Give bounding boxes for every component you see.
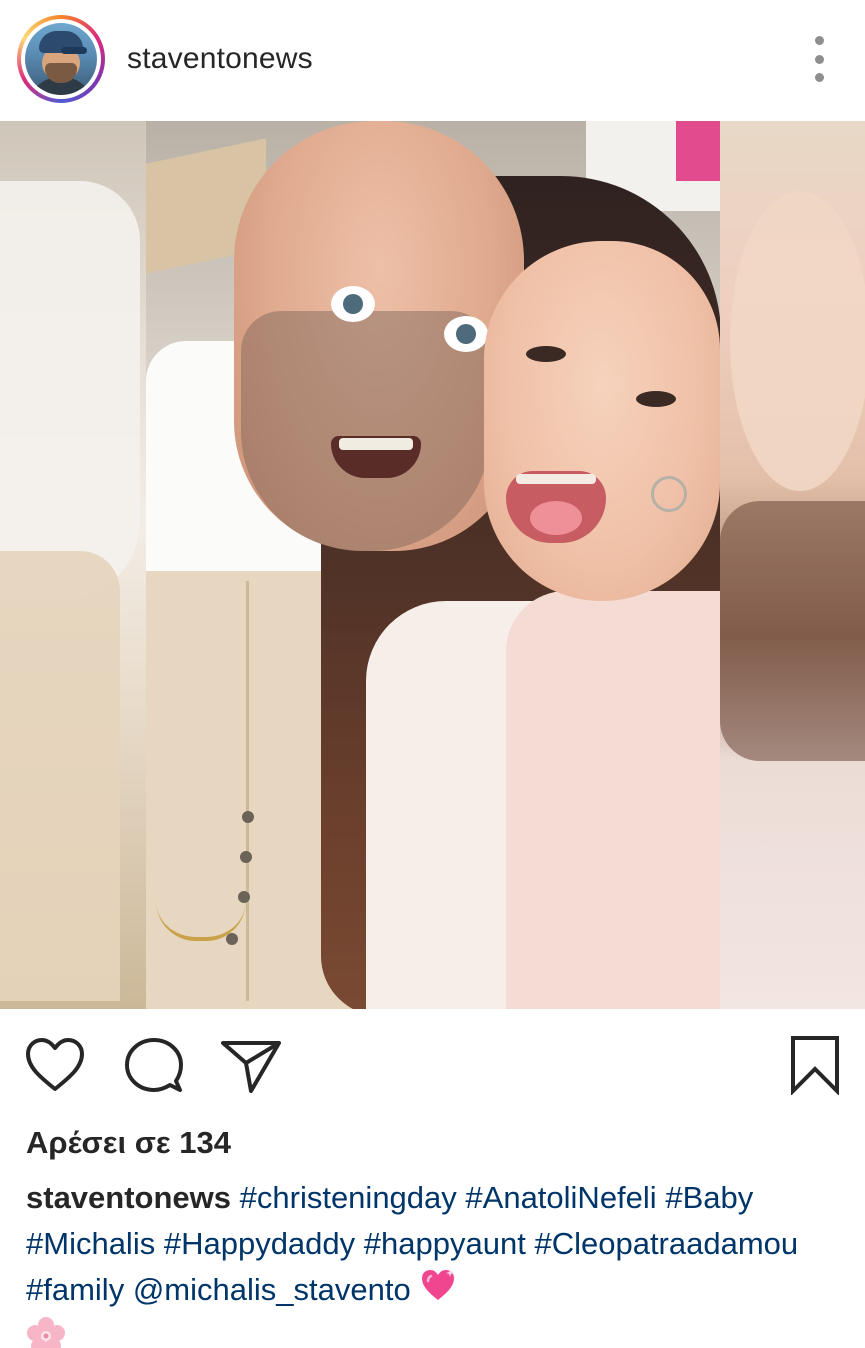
avatar[interactable] — [25, 23, 97, 95]
caption-username[interactable]: staventonews — [26, 1180, 231, 1215]
post-caption: staventonews #christeningday #AnatoliNef… — [26, 1175, 841, 1348]
selfie-photo — [146, 121, 720, 1009]
hashtag[interactable]: #AnatoliNefeli — [465, 1180, 656, 1215]
hashtag[interactable]: #Michalis — [26, 1226, 155, 1261]
likes-count[interactable]: Αρέσει σε 134 — [26, 1125, 231, 1161]
hashtag[interactable]: #Cleopatraadamou — [534, 1226, 798, 1261]
bookmark-icon[interactable] — [789, 1035, 841, 1095]
hashtag[interactable]: #family — [26, 1272, 124, 1307]
hashtag[interactable]: #christeningday — [240, 1180, 457, 1215]
user-mention[interactable]: @michalis_stavento — [133, 1272, 411, 1307]
blurred-photo-right — [720, 121, 865, 1009]
post-photo[interactable] — [0, 121, 865, 1009]
sparkling-heart-icon — [419, 1267, 457, 1316]
action-bar — [0, 1009, 865, 1119]
cherry-blossom-icon — [26, 1316, 66, 1348]
heart-icon[interactable] — [24, 1037, 86, 1093]
blurred-photo-left — [0, 121, 146, 1009]
post-header: staventonews — [0, 0, 865, 120]
send-icon[interactable] — [220, 1039, 282, 1095]
more-options-icon[interactable] — [808, 36, 830, 82]
hashtag[interactable]: #happyaunt — [364, 1226, 526, 1261]
avatar-border — [21, 19, 101, 99]
comment-icon[interactable] — [124, 1037, 184, 1095]
hashtag[interactable]: #Happydaddy — [164, 1226, 355, 1261]
story-ring[interactable] — [17, 15, 105, 103]
post-username[interactable]: staventonews — [127, 42, 313, 76]
hashtag[interactable]: #Baby — [665, 1180, 753, 1215]
